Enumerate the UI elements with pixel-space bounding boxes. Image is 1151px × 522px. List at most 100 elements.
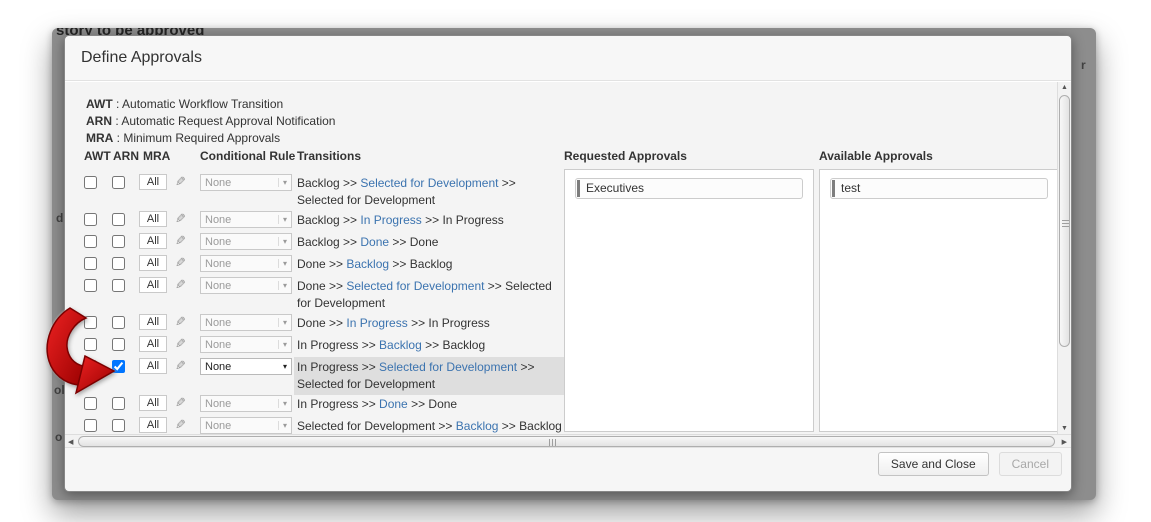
- scroll-down-icon[interactable]: ▼: [1058, 425, 1071, 432]
- scrollbar-grip-icon: [549, 439, 558, 446]
- awt-checkbox[interactable]: [84, 235, 97, 248]
- conditional-rule-value: None: [205, 398, 231, 410]
- transition-status-text: Backlog: [297, 213, 340, 227]
- conditional-rule-value: None: [205, 214, 231, 226]
- transition-status-link[interactable]: Selected for Development: [360, 176, 498, 190]
- transition-status-link[interactable]: Backlog: [456, 419, 499, 433]
- conditional-rule-select[interactable]: None ▾: [200, 417, 292, 434]
- transition-status-link[interactable]: Selected for Development: [379, 360, 517, 374]
- horizontal-scrollbar[interactable]: ◀ ▶: [65, 434, 1071, 448]
- arn-checkbox[interactable]: [112, 257, 125, 270]
- arn-checkbox[interactable]: [112, 419, 125, 432]
- arn-checkbox[interactable]: [112, 213, 125, 226]
- transition-label: Done >> In Progress >> In Progress: [297, 315, 565, 332]
- conditional-rule-value: None: [205, 280, 231, 292]
- edit-pencil-icon[interactable]: ✎: [175, 358, 186, 374]
- transition-status-text: Selected for Development: [297, 419, 435, 433]
- transition-status-link[interactable]: Done: [360, 235, 389, 249]
- conditional-rule-value: None: [205, 258, 231, 270]
- mra-input[interactable]: [139, 358, 167, 374]
- edit-pencil-icon[interactable]: ✎: [175, 233, 186, 249]
- conditional-rule-select[interactable]: None ▾: [200, 395, 292, 412]
- approval-item-label: Executives: [586, 181, 644, 195]
- conditional-rule-select[interactable]: None ▾: [200, 233, 292, 250]
- mra-input[interactable]: [139, 255, 167, 271]
- mra-input[interactable]: [139, 174, 167, 190]
- transition-status-link[interactable]: Done: [379, 397, 408, 411]
- mra-input[interactable]: [139, 314, 167, 330]
- chevron-down-icon: ▾: [278, 281, 287, 290]
- chevron-down-icon: ▾: [278, 421, 287, 430]
- edit-pencil-icon[interactable]: ✎: [175, 417, 186, 433]
- arn-checkbox[interactable]: [112, 176, 125, 189]
- mra-input[interactable]: [139, 211, 167, 227]
- mra-input[interactable]: [139, 277, 167, 293]
- legend: AWT : Automatic Workflow Transition ARN …: [86, 96, 335, 147]
- mra-input[interactable]: [139, 395, 167, 411]
- conditional-rule-select[interactable]: None ▾: [200, 314, 292, 331]
- transition-status-link[interactable]: In Progress: [346, 316, 407, 330]
- transition-status-text: Done: [297, 257, 326, 271]
- transition-label: Backlog >> In Progress >> In Progress: [297, 212, 565, 229]
- awt-checkbox[interactable]: [84, 213, 97, 226]
- edit-pencil-icon[interactable]: ✎: [175, 277, 186, 293]
- chevron-down-icon: ▾: [278, 318, 287, 327]
- arn-checkbox[interactable]: [112, 279, 125, 292]
- conditional-rule-select[interactable]: None ▾: [200, 277, 292, 294]
- conditional-rule-select[interactable]: None ▾: [200, 255, 292, 272]
- transition-status-text: In Progress: [297, 360, 358, 374]
- save-and-close-button[interactable]: Save and Close: [878, 452, 989, 476]
- awt-checkbox[interactable]: [84, 419, 97, 432]
- awt-checkbox[interactable]: [84, 176, 97, 189]
- conditional-rule-select[interactable]: None ▾: [200, 211, 292, 228]
- chevron-down-icon: ▾: [278, 340, 287, 349]
- mra-input[interactable]: [139, 417, 167, 433]
- transition-label: In Progress >> Selected for Development …: [294, 357, 566, 395]
- approval-item[interactable]: test: [830, 178, 1048, 199]
- transition-label: Done >> Backlog >> Backlog: [297, 256, 565, 273]
- transition-status-text: In Progress: [297, 338, 358, 352]
- transition-status-link[interactable]: Backlog: [379, 338, 422, 352]
- transition-label: Backlog >> Done >> Done: [297, 234, 565, 251]
- transition-status-text: Done: [428, 397, 457, 411]
- awt-checkbox[interactable]: [84, 279, 97, 292]
- transition-status-text: Selected for Development: [297, 377, 435, 391]
- edit-pencil-icon[interactable]: ✎: [175, 336, 186, 352]
- vertical-scrollbar[interactable]: ▲ ▼: [1057, 82, 1071, 434]
- background-text-fragment: r: [1081, 58, 1086, 72]
- transition-status-link[interactable]: Backlog: [346, 257, 389, 271]
- column-header-awt: AWT: [84, 149, 111, 163]
- cancel-button[interactable]: Cancel: [999, 452, 1062, 476]
- conditional-rule-select[interactable]: None ▾: [200, 336, 292, 353]
- scroll-up-icon[interactable]: ▲: [1058, 84, 1071, 91]
- scroll-right-icon[interactable]: ▶: [1062, 438, 1067, 446]
- arn-checkbox[interactable]: [112, 235, 125, 248]
- approval-item[interactable]: Executives: [575, 178, 803, 199]
- chevron-down-icon: ▾: [278, 178, 287, 187]
- column-header-mra: MRA: [143, 149, 170, 163]
- scroll-left-icon[interactable]: ◀: [68, 438, 73, 446]
- transition-status-text: In Progress: [442, 213, 503, 227]
- conditional-rule-select[interactable]: None ▾: [200, 358, 292, 375]
- edit-pencil-icon[interactable]: ✎: [175, 174, 186, 190]
- transition-status-link[interactable]: Selected for Development: [346, 279, 484, 293]
- awt-checkbox[interactable]: [84, 257, 97, 270]
- conditional-rule-value: None: [205, 236, 231, 248]
- edit-pencil-icon[interactable]: ✎: [175, 255, 186, 271]
- vertical-scrollbar-thumb[interactable]: [1059, 95, 1070, 347]
- transition-label: In Progress >> Backlog >> Backlog: [297, 337, 565, 354]
- transition-label: Backlog >> Selected for Development >> S…: [297, 175, 565, 209]
- define-approvals-dialog: Define Approvals AWT : Automatic Workflo…: [64, 35, 1072, 492]
- background-text-fragment: d: [56, 211, 63, 225]
- edit-pencil-icon[interactable]: ✎: [175, 395, 186, 411]
- conditional-rule-select[interactable]: None ▾: [200, 174, 292, 191]
- legend-line-arn: ARN : Automatic Request Approval Notific…: [86, 113, 335, 130]
- horizontal-scrollbar-thumb[interactable]: [78, 436, 1055, 447]
- edit-pencil-icon[interactable]: ✎: [175, 211, 186, 227]
- mra-input[interactable]: [139, 233, 167, 249]
- transition-status-link[interactable]: In Progress: [360, 213, 421, 227]
- mra-input[interactable]: [139, 336, 167, 352]
- transition-status-text: In Progress: [297, 397, 358, 411]
- edit-pencil-icon[interactable]: ✎: [175, 314, 186, 330]
- conditional-rule-value: None: [205, 420, 231, 432]
